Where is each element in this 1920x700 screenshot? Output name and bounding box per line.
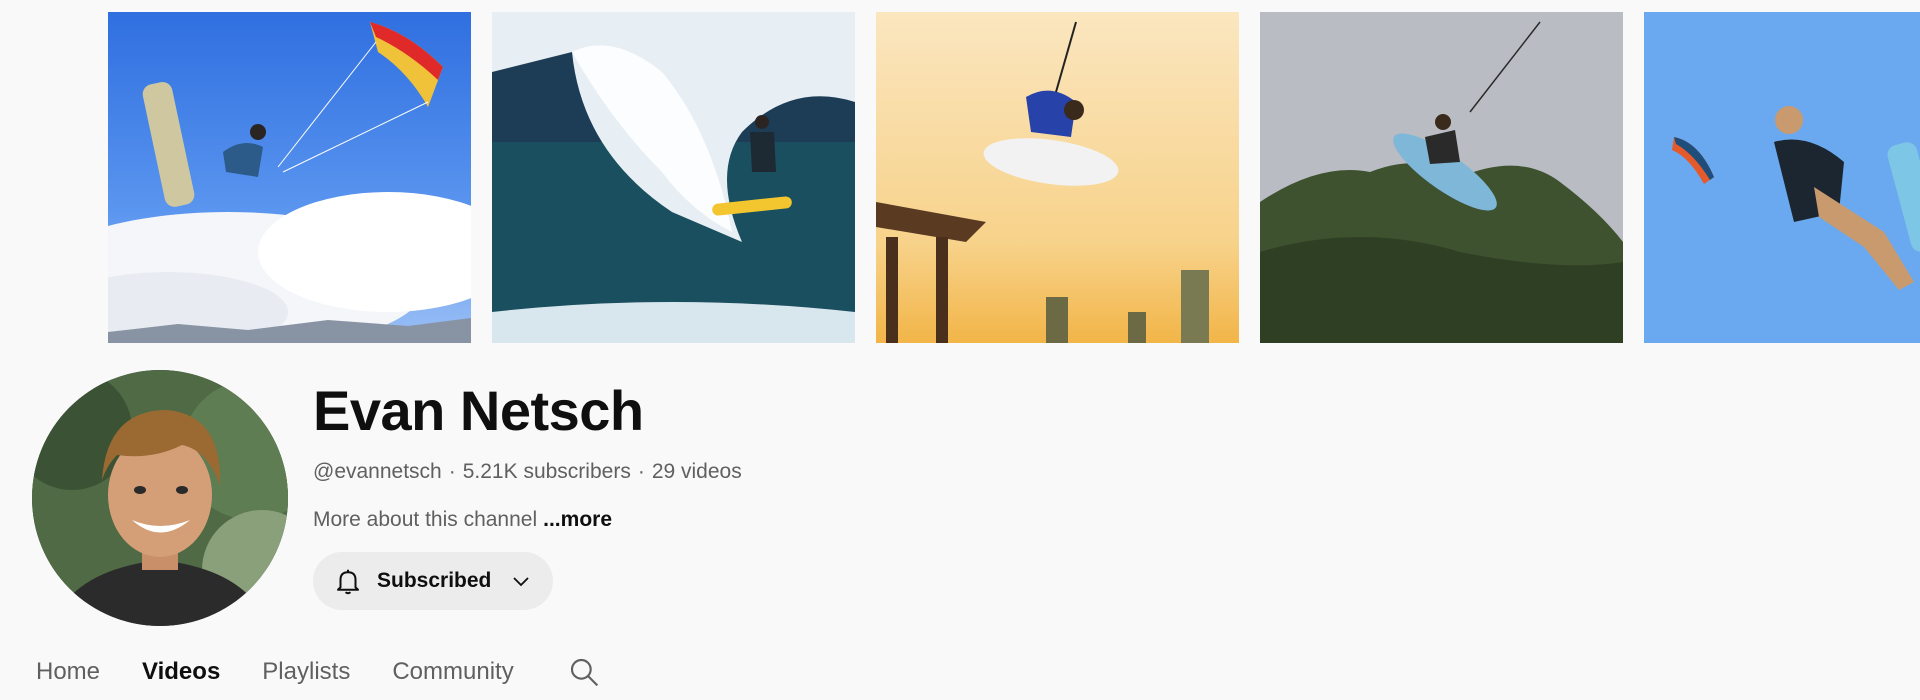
video-count: 29 videos (651, 460, 742, 483)
banner-photo-mountain-jump (1260, 12, 1623, 343)
meta-separator: · (637, 460, 645, 483)
bell-icon (337, 569, 359, 595)
channel-about-text: More about this channel (313, 508, 538, 531)
channel-meta: @evannetsch · 5.21K subscribers · 29 videos (313, 458, 742, 486)
tab-videos[interactable]: Videos (142, 656, 220, 688)
banner-photo-kiteboard-jump (108, 12, 471, 343)
subscribed-label: Subscribed (377, 569, 492, 592)
channel-page: Evan Netsch @evannetsch · 5.21K subscriber… (0, 0, 1920, 700)
banner-photo-kite-trick (1644, 12, 1920, 343)
subscriber-count: 5.21K subscribers (462, 460, 631, 483)
subscribed-button[interactable]: Subscribed (313, 552, 553, 610)
banner-photo-sunset-jump (876, 12, 1239, 343)
channel-avatar[interactable] (32, 370, 288, 626)
more-link[interactable]: ...more (543, 508, 612, 531)
banner-photo-wave-ride (492, 12, 855, 343)
channel-tabs: Home Videos Playlists Community (36, 652, 600, 692)
channel-description[interactable]: More about this channel ...more (313, 506, 612, 534)
chevron-down-icon (513, 577, 530, 587)
meta-separator: · (448, 460, 456, 483)
tab-playlists[interactable]: Playlists (262, 656, 350, 688)
search-icon[interactable] (568, 656, 600, 688)
tab-community[interactable]: Community (392, 656, 513, 688)
tab-home[interactable]: Home (36, 656, 100, 688)
channel-handle: @evannetsch (313, 460, 442, 483)
channel-name: Evan Netsch (313, 379, 644, 442)
